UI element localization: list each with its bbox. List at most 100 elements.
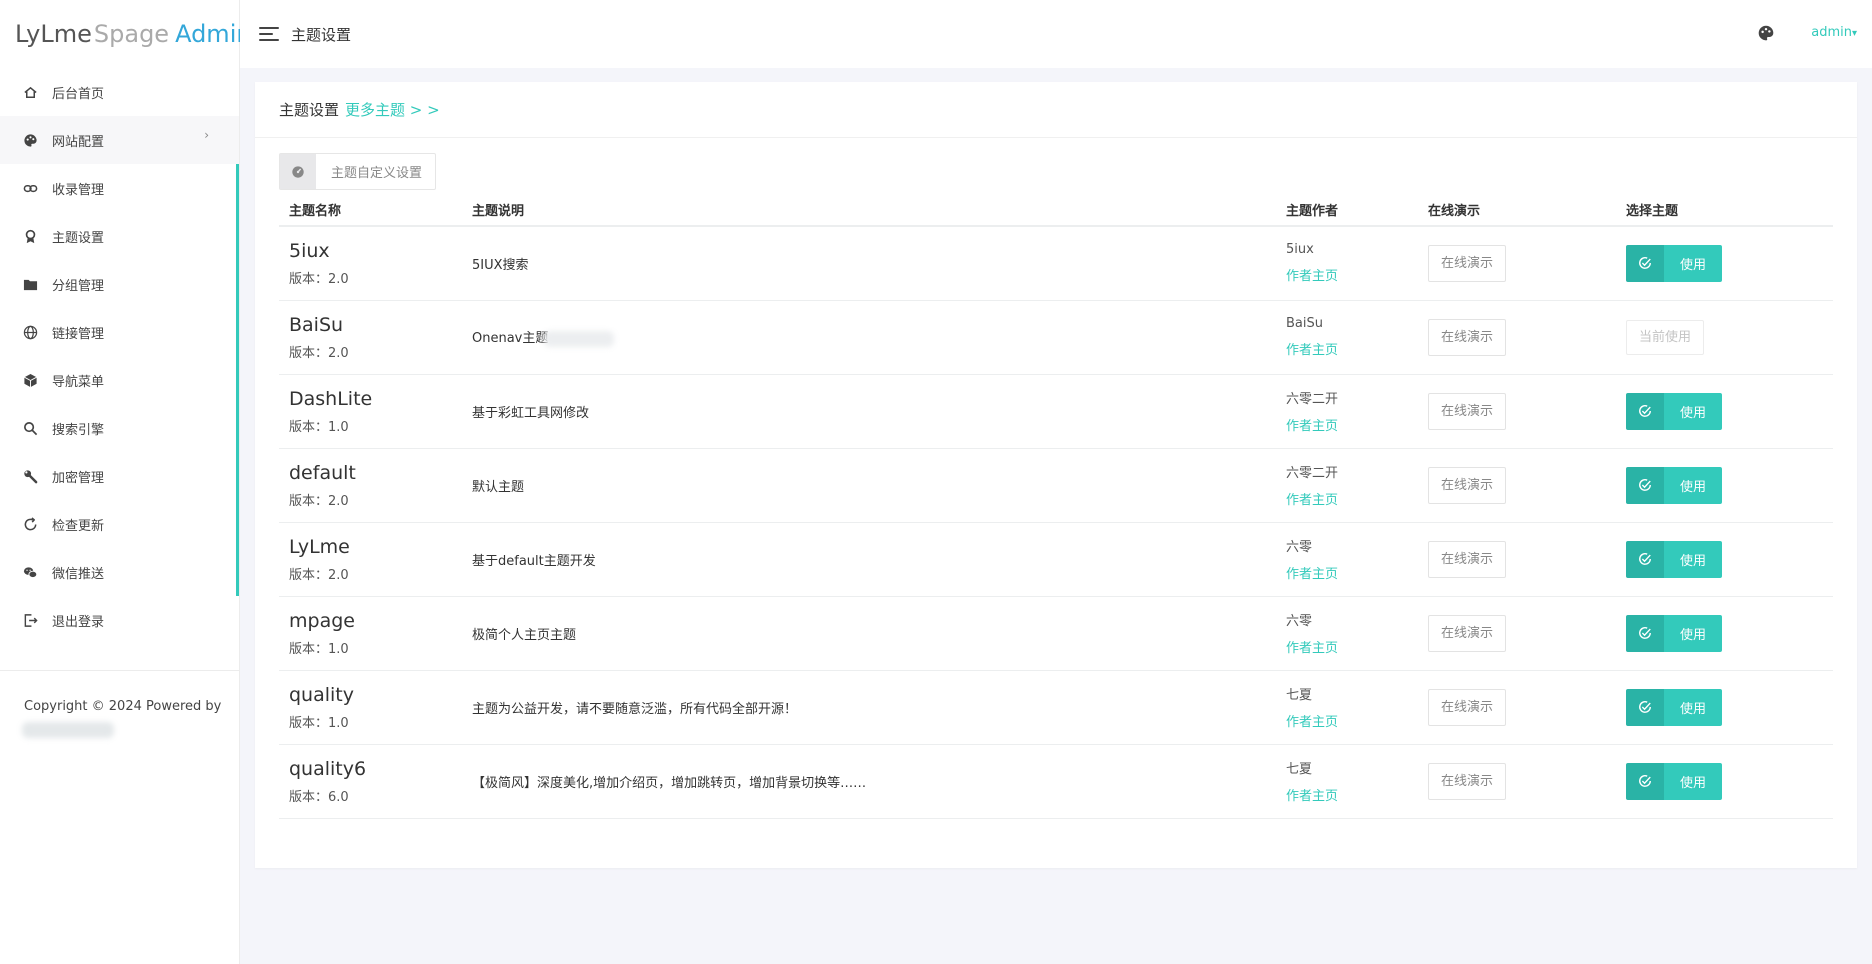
use-label: 使用: [1664, 392, 1722, 430]
table-row: default 版本：2.0 默认主题 六零二开 作者主页 在线演示 使用: [279, 448, 1833, 523]
online-demo-button[interactable]: 在线演示: [1428, 466, 1507, 504]
use-label: 使用: [1664, 466, 1722, 504]
theme-select-cell: 使用: [1616, 596, 1833, 671]
use-theme-button[interactable]: 使用: [1626, 614, 1722, 652]
palette-icon[interactable]: [1757, 24, 1777, 44]
theme-author: 六零二开: [1286, 392, 1339, 407]
use-theme-button[interactable]: 使用: [1626, 762, 1722, 800]
theme-version: 版本：2.0: [289, 493, 349, 509]
theme-desc-cell: 极简个人主页主题: [462, 596, 1276, 671]
online-demo-button[interactable]: 在线演示: [1428, 614, 1507, 652]
card-title: 主题设置: [279, 101, 340, 119]
online-demo-button[interactable]: 在线演示: [1428, 688, 1507, 726]
menu-toggle-icon[interactable]: [259, 27, 279, 41]
author-homepage-link[interactable]: 作者主页: [1286, 415, 1408, 434]
author-homepage-link[interactable]: 作者主页: [1286, 563, 1408, 582]
page-title: 主题设置: [291, 25, 352, 44]
more-themes-link[interactable]: 更多主题 > >: [345, 99, 440, 120]
theme-author-cell: 六零 作者主页: [1276, 522, 1418, 597]
sidebar-item-home[interactable]: 后台首页: [0, 68, 239, 116]
theme-select-cell: 使用: [1616, 226, 1833, 301]
sidebar-item-site-config[interactable]: 网站配置 ›: [0, 116, 239, 164]
author-homepage-link[interactable]: 作者主页: [1286, 637, 1408, 656]
check-circle-icon: [1626, 688, 1664, 726]
sidebar-item-label: 搜索引擎: [52, 422, 105, 438]
sidebar-item-collection[interactable]: 收录管理: [0, 164, 239, 212]
home-icon: [22, 84, 38, 100]
top-header: 主题设置 admin▾: [240, 0, 1872, 68]
table-row: LyLme 版本：2.0 基于default主题开发 六零 作者主页 在线演示 …: [279, 522, 1833, 597]
sidebar-item-label: 链接管理: [52, 326, 105, 342]
sidebar-item-links[interactable]: 链接管理: [0, 308, 239, 356]
sidebar-item-encryption[interactable]: 加密管理: [0, 452, 239, 500]
theme-demo-cell: 在线演示: [1418, 448, 1616, 523]
theme-name: BaiSu: [289, 313, 344, 336]
theme-desc-cell: 5IUX搜索: [462, 226, 1276, 301]
use-theme-button[interactable]: 使用: [1626, 466, 1722, 504]
use-theme-button[interactable]: 使用: [1626, 392, 1722, 430]
check-circle-icon: [1626, 466, 1664, 504]
sidebar-item-theme[interactable]: 主题设置: [0, 212, 239, 260]
sidebar-item-wechat-push[interactable]: 微信推送: [0, 548, 239, 596]
copyright: Copyright © 2024 Powered by: [0, 671, 239, 742]
online-demo-button[interactable]: 在线演示: [1428, 318, 1507, 356]
online-demo-button[interactable]: 在线演示: [1428, 244, 1507, 282]
search-icon: [22, 420, 38, 436]
theme-author-cell: 六零二开 作者主页: [1276, 448, 1418, 523]
author-homepage-link[interactable]: 作者主页: [1286, 785, 1408, 804]
theme-description: Onenav主题: [472, 331, 549, 347]
sidebar-item-logout[interactable]: 退出登录: [0, 596, 239, 644]
theme-name: LyLme: [289, 535, 350, 558]
use-theme-button[interactable]: 使用: [1626, 540, 1722, 578]
theme-select-cell: 使用: [1616, 374, 1833, 449]
custom-settings-label: 主题自定义设置: [331, 166, 423, 181]
col-header-name: 主题名称: [279, 200, 462, 227]
sidebar: LyLme Spage Admin 后台首页 网站配置 › 收录管理 主题设置 …: [0, 0, 252, 964]
current-theme-button: 当前使用: [1626, 319, 1705, 355]
theme-card: 主题设置 更多主题 > > 主题自定义设置 主题名称 主题说明 主题作者 在线演…: [255, 82, 1857, 868]
online-demo-button[interactable]: 在线演示: [1428, 392, 1507, 430]
sidebar-nav: 后台首页 网站配置 › 收录管理 主题设置 分组管理 链接管理 导航菜单 搜索引…: [0, 68, 239, 644]
theme-table: 主题名称 主题说明 主题作者 在线演示 选择主题 5iux 版本：2.0 5IU…: [279, 200, 1833, 819]
refresh-icon: [22, 516, 38, 532]
theme-demo-cell: 在线演示: [1418, 374, 1616, 449]
check-circle-icon: [1626, 244, 1664, 282]
sidebar-item-search-engine[interactable]: 搜索引擎: [0, 404, 239, 452]
theme-author-cell: BaiSu 作者主页: [1276, 300, 1418, 375]
sidebar-item-label: 主题设置: [52, 230, 105, 246]
theme-description: 默认主题: [472, 479, 525, 495]
copyright-text: Copyright © 2024 Powered by: [24, 699, 222, 714]
theme-author: 六零: [1286, 540, 1313, 555]
theme-demo-cell: 在线演示: [1418, 522, 1616, 597]
theme-custom-settings-button[interactable]: 主题自定义设置: [279, 153, 437, 190]
theme-select-cell: 使用: [1616, 448, 1833, 523]
logo-part-2: Spage: [93, 20, 170, 48]
redacted-text: [544, 330, 615, 347]
box-icon: [22, 372, 38, 388]
theme-desc-cell: 基于彩虹工具网修改: [462, 374, 1276, 449]
sidebar-item-label: 退出登录: [52, 614, 105, 630]
app-logo[interactable]: LyLme Spage Admin: [0, 0, 252, 68]
sidebar-item-nav-menu[interactable]: 导航菜单: [0, 356, 239, 404]
sidebar-item-label: 微信推送: [52, 566, 105, 582]
sidebar-item-check-update[interactable]: 检查更新: [0, 500, 239, 548]
author-homepage-link[interactable]: 作者主页: [1286, 711, 1408, 730]
author-homepage-link[interactable]: 作者主页: [1286, 265, 1408, 284]
theme-select-cell: 使用: [1616, 670, 1833, 745]
author-homepage-link[interactable]: 作者主页: [1286, 489, 1408, 508]
sidebar-item-groups[interactable]: 分组管理: [0, 260, 239, 308]
theme-desc-cell: 主题为公益开发，请不要随意泛滥，所有代码全部开源！: [462, 670, 1276, 745]
user-menu[interactable]: admin▾: [1811, 25, 1857, 40]
theme-description: 基于彩虹工具网修改: [472, 405, 590, 421]
theme-author: 5iux: [1286, 242, 1314, 258]
theme-name-cell: quality6 版本：6.0: [279, 744, 462, 819]
theme-version: 版本：2.0: [289, 345, 349, 361]
use-label: 使用: [1664, 244, 1722, 282]
theme-author-cell: 六零二开 作者主页: [1276, 374, 1418, 449]
author-homepage-link[interactable]: 作者主页: [1286, 339, 1408, 358]
use-theme-button[interactable]: 使用: [1626, 688, 1722, 726]
online-demo-button[interactable]: 在线演示: [1428, 762, 1507, 800]
online-demo-button[interactable]: 在线演示: [1428, 540, 1507, 578]
dashboard-icon: [280, 154, 316, 189]
use-theme-button[interactable]: 使用: [1626, 244, 1722, 282]
